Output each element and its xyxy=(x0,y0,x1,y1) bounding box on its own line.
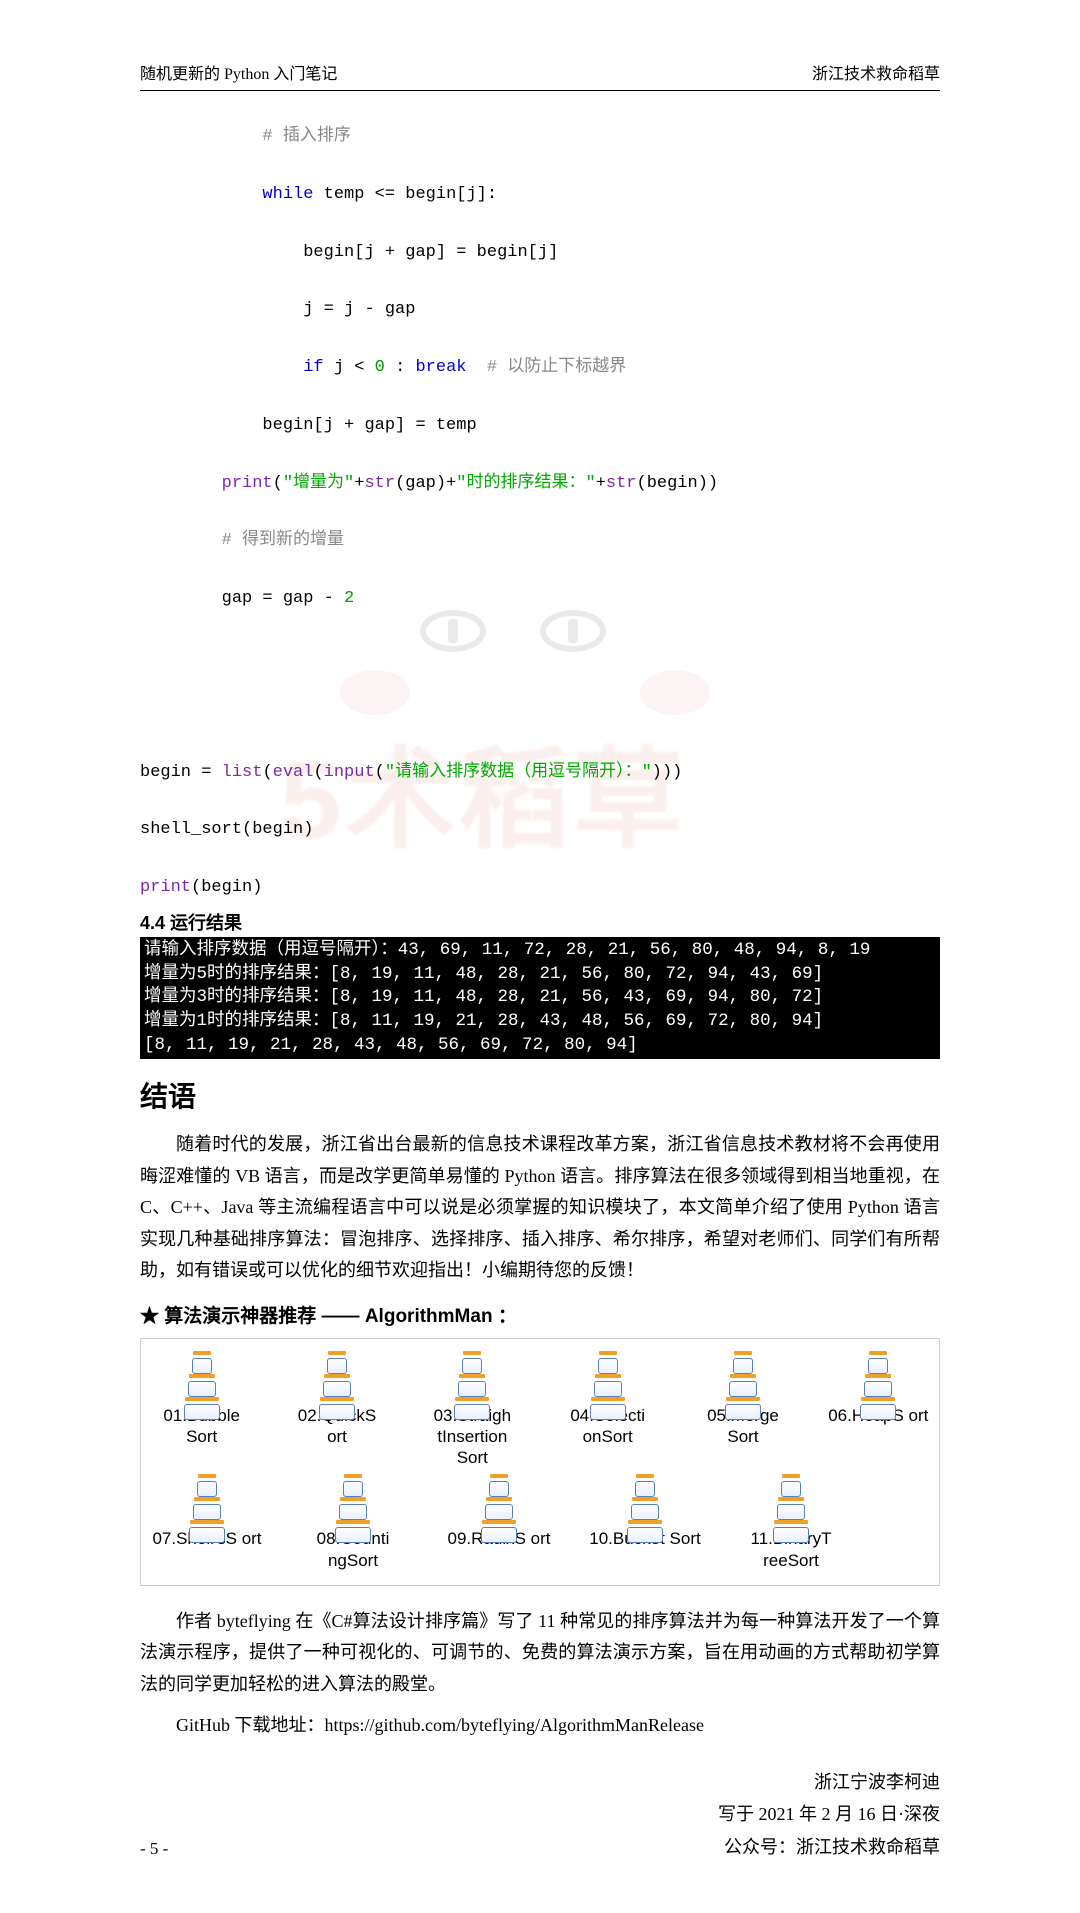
header-right: 浙江技术救命稻草 xyxy=(812,60,940,84)
algorithm-grid: 01.Bubble Sort 02.QuickS ort 03.Straigh … xyxy=(140,1338,940,1586)
terminal-line: 增量为5时的排序结果：[8, 19, 11, 48, 28, 21, 56, 8… xyxy=(144,964,823,984)
algo-item[interactable]: 10.Bucket Sort xyxy=(589,1474,701,1571)
code-line: shell_sort(begin) xyxy=(140,820,313,839)
signature-account: 公众号：浙江技术救命稻草 xyxy=(140,1831,940,1863)
code-comment: # 以防止下标越界 xyxy=(466,358,626,377)
body-paragraph: 作者 byteflying 在《C#算法设计排序篇》写了 11 种常见的排序算法… xyxy=(140,1606,940,1701)
signature-block: 浙江宁波李柯迪 写于 2021 年 2 月 16 日·深夜 公众号：浙江技术救命… xyxy=(140,1766,940,1863)
algo-item[interactable]: 04.Selecti onSort xyxy=(557,1351,658,1469)
algo-icon xyxy=(586,1351,630,1401)
kw-if: if xyxy=(303,358,323,377)
running-header: 随机更新的 Python 入门笔记 浙江技术救命稻草 xyxy=(140,60,940,91)
terminal-line: [8, 11, 19, 21, 28, 43, 48, 56, 69, 72, … xyxy=(144,1035,638,1055)
terminal-line: 增量为1时的排序结果：[8, 11, 19, 21, 28, 43, 48, 5… xyxy=(144,1011,823,1031)
algo-item[interactable]: 07.Shell'sS ort xyxy=(151,1474,263,1571)
terminal-line: 增量为3时的排序结果：[8, 19, 11, 48, 28, 21, 56, 4… xyxy=(144,987,823,1007)
algorithm-row-2: 07.Shell'sS ort 08.Counti ngSort 09.Radi… xyxy=(151,1474,929,1571)
algo-icon xyxy=(477,1474,521,1524)
algo-icon xyxy=(180,1351,224,1401)
header-left: 随机更新的 Python 入门笔记 xyxy=(140,60,337,84)
algo-icon xyxy=(185,1474,229,1524)
body-paragraph: 随着时代的发展，浙江省出台最新的信息技术课程改革方案，浙江省信息技术教材将不会再… xyxy=(140,1129,940,1287)
fn-print: print xyxy=(140,878,191,897)
algo-icon xyxy=(315,1351,359,1401)
algo-item[interactable]: 05.Merge Sort xyxy=(692,1351,793,1469)
algo-item[interactable]: 01.Bubble Sort xyxy=(151,1351,252,1469)
terminal-output: 请输入排序数据（用逗号隔开）：43, 69, 11, 72, 28, 21, 5… xyxy=(140,937,940,1059)
algo-item[interactable]: 03.Straigh tInsertion Sort xyxy=(422,1351,523,1469)
algo-icon xyxy=(769,1474,813,1524)
github-link-line: GitHub 下载地址：https://github.com/byteflyin… xyxy=(140,1710,940,1742)
code-comment: # 插入排序 xyxy=(262,127,350,146)
code-line: j = j - gap xyxy=(303,300,415,319)
fn-print: print xyxy=(222,474,273,493)
code-comment: # 得到新的增量 xyxy=(222,531,344,550)
terminal-line: 请输入排序数据（用逗号隔开）：43, 69, 11, 72, 28, 21, 5… xyxy=(144,940,870,960)
algo-icon xyxy=(623,1474,667,1524)
algo-item[interactable]: 09.RadixS ort xyxy=(443,1474,555,1571)
algo-item[interactable]: 02.QuickS ort xyxy=(286,1351,387,1469)
algo-item[interactable]: 11.BinaryT reeSort xyxy=(735,1474,847,1571)
signature-author: 浙江宁波李柯迪 xyxy=(140,1766,940,1798)
algo-icon xyxy=(856,1351,900,1401)
code-line: begin[j + gap] = begin[j] xyxy=(303,243,558,262)
algorithm-row-1: 01.Bubble Sort 02.QuickS ort 03.Straigh … xyxy=(151,1351,929,1469)
code-line: begin[j + gap] = temp xyxy=(262,416,476,435)
signature-date: 写于 2021 年 2 月 16 日·深夜 xyxy=(140,1798,940,1830)
algo-item[interactable]: 08.Counti ngSort xyxy=(297,1474,409,1571)
kw-break: break xyxy=(415,358,466,377)
closing-heading: 结语 xyxy=(140,1075,940,1115)
code-block: # 插入排序 while temp <= begin[j]: begin[j +… xyxy=(140,123,940,903)
algo-icon xyxy=(721,1351,765,1401)
section-heading: 4.4 运行结果 xyxy=(140,909,940,935)
algo-item[interactable]: 06.HeapS ort xyxy=(828,1351,929,1469)
algo-icon xyxy=(450,1351,494,1401)
kw-while: while xyxy=(262,185,313,204)
algo-icon xyxy=(331,1474,375,1524)
recommend-heading: ★ 算法演示神器推荐 —— AlgorithmMan ： xyxy=(140,1301,940,1328)
